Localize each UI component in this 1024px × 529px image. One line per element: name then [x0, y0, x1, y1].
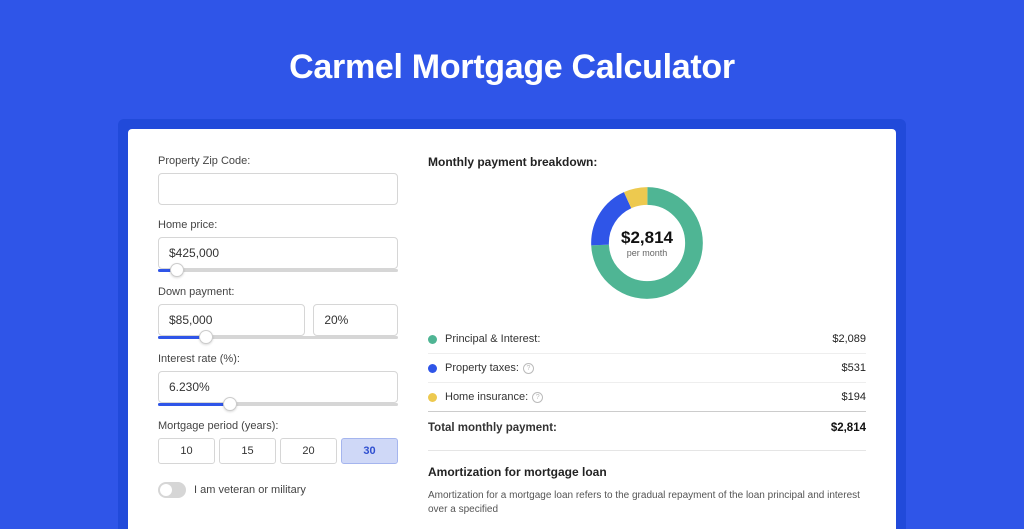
donut-chart: $2,814 per month: [585, 181, 709, 305]
breakdown-label: Property taxes:?: [445, 362, 842, 374]
info-icon[interactable]: ?: [523, 363, 534, 374]
info-icon[interactable]: ?: [532, 392, 543, 403]
breakdown-value: $194: [842, 391, 866, 403]
down-label: Down payment:: [158, 286, 398, 298]
veteran-row: I am veteran or military: [158, 482, 398, 498]
donut-center: $2,814 per month: [585, 181, 709, 305]
breakdown-label: Home insurance:?: [445, 391, 842, 403]
breakdown-value: $2,089: [832, 333, 866, 345]
page-title: Carmel Mortgage Calculator: [0, 0, 1024, 119]
amortization-text: Amortization for a mortgage loan refers …: [428, 489, 866, 517]
total-value: $2,814: [831, 422, 866, 434]
total-row: Total monthly payment: $2,814: [428, 412, 866, 450]
period-option-20[interactable]: 20: [280, 438, 337, 464]
zip-label: Property Zip Code:: [158, 155, 398, 167]
rate-label: Interest rate (%):: [158, 353, 398, 365]
down-slider-thumb[interactable]: [199, 330, 213, 344]
rate-slider[interactable]: [158, 403, 398, 406]
down-percent-input[interactable]: [313, 304, 398, 336]
period-label: Mortgage period (years):: [158, 420, 398, 432]
period-options: 10152030: [158, 438, 398, 464]
down-amount-input[interactable]: [158, 304, 305, 336]
breakdown-label: Principal & Interest:: [445, 333, 832, 345]
price-slider-thumb[interactable]: [170, 263, 184, 277]
donut-wrap: $2,814 per month: [428, 181, 866, 305]
color-dot-icon: [428, 335, 437, 344]
form-column: Property Zip Code: Home price: Down paym…: [158, 155, 398, 529]
breakdown-title: Monthly payment breakdown:: [428, 155, 866, 169]
breakdown-row: Property taxes:?$531: [428, 354, 866, 383]
breakdown-list: Principal & Interest:$2,089Property taxe…: [428, 325, 866, 412]
period-field-group: Mortgage period (years): 10152030: [158, 420, 398, 464]
color-dot-icon: [428, 364, 437, 373]
period-option-10[interactable]: 10: [158, 438, 215, 464]
period-option-30[interactable]: 30: [341, 438, 398, 464]
veteran-toggle[interactable]: [158, 482, 186, 498]
card-backdrop: Property Zip Code: Home price: Down paym…: [118, 119, 906, 529]
zip-input[interactable]: [158, 173, 398, 205]
veteran-label: I am veteran or military: [194, 484, 306, 496]
price-input[interactable]: [158, 237, 398, 269]
toggle-knob: [160, 484, 172, 496]
rate-input[interactable]: [158, 371, 398, 403]
total-label: Total monthly payment:: [428, 422, 831, 434]
amortization-box: Amortization for mortgage loan Amortizat…: [428, 450, 866, 517]
price-label: Home price:: [158, 219, 398, 231]
donut-value: $2,814: [621, 228, 673, 248]
period-option-15[interactable]: 15: [219, 438, 276, 464]
breakdown-row: Home insurance:?$194: [428, 383, 866, 412]
zip-field-group: Property Zip Code:: [158, 155, 398, 205]
amortization-title: Amortization for mortgage loan: [428, 465, 866, 479]
color-dot-icon: [428, 393, 437, 402]
breakdown-value: $531: [842, 362, 866, 374]
price-field-group: Home price:: [158, 219, 398, 272]
price-slider[interactable]: [158, 269, 398, 272]
down-field-group: Down payment:: [158, 286, 398, 339]
breakdown-column: Monthly payment breakdown: $2,814 per mo…: [428, 155, 866, 529]
rate-field-group: Interest rate (%):: [158, 353, 398, 406]
calculator-card: Property Zip Code: Home price: Down paym…: [128, 129, 896, 529]
breakdown-row: Principal & Interest:$2,089: [428, 325, 866, 354]
down-slider[interactable]: [158, 336, 398, 339]
donut-sub: per month: [627, 248, 668, 258]
rate-slider-thumb[interactable]: [223, 397, 237, 411]
